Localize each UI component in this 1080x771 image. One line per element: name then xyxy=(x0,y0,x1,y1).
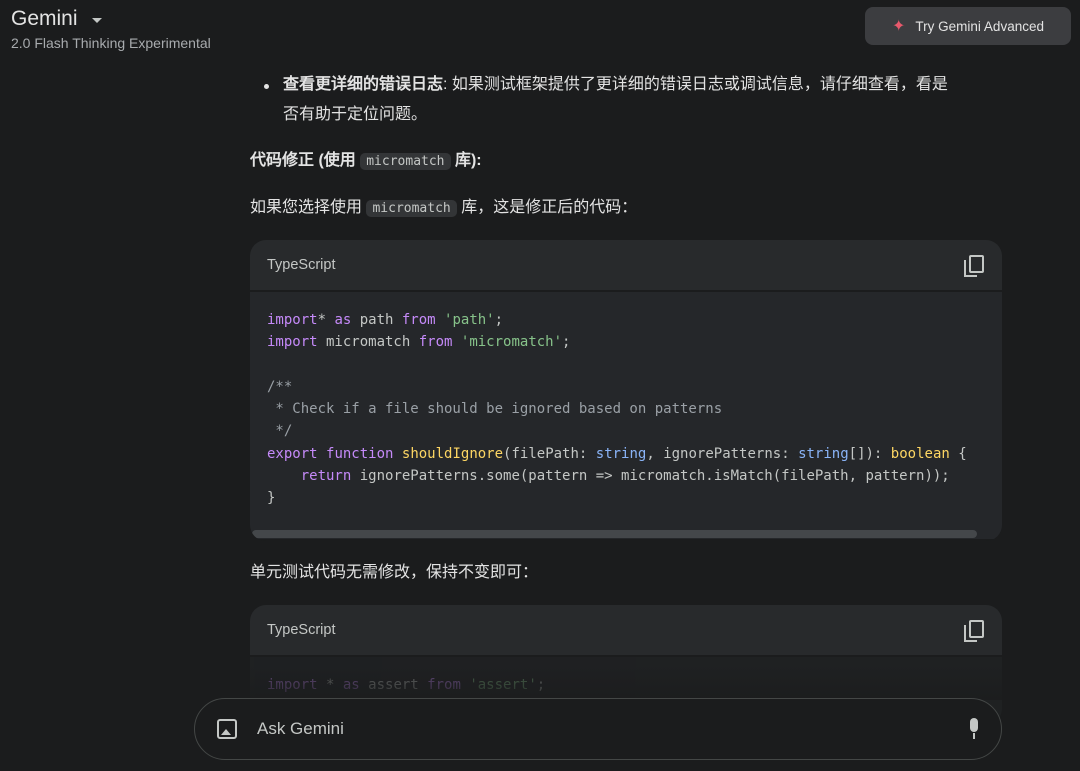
copy-icon[interactable] xyxy=(964,620,984,642)
try-advanced-button[interactable]: ✦ Try Gemini Advanced xyxy=(865,7,1071,45)
code-language: TypeScript xyxy=(267,622,336,638)
sparkle-icon: ✦ xyxy=(892,18,906,35)
code-token: , ignorePatterns: xyxy=(646,445,799,462)
heading-prefix: 代码修正 (使用 xyxy=(250,152,356,169)
code-token: */ xyxy=(267,423,293,440)
code-token: import xyxy=(267,312,318,328)
bullet-dot xyxy=(264,84,269,89)
para-prefix: 如果您选择使用 xyxy=(250,199,363,216)
code-token: as xyxy=(334,312,352,328)
microphone-icon[interactable] xyxy=(967,718,979,740)
code-token: assert xyxy=(359,677,428,693)
code-token: boolean xyxy=(890,445,950,462)
code-line: import micromatch from 'micromatch'; xyxy=(267,331,985,353)
code-line: import * as assert from 'assert'; xyxy=(267,674,985,696)
code-line: export function shouldIgnore(filePath: s… xyxy=(267,443,985,465)
code-token: import xyxy=(267,677,318,693)
heading-suffix: 库): xyxy=(454,152,482,169)
code-token: string xyxy=(798,445,849,462)
code-token: * xyxy=(317,677,343,693)
bullet-body: : 如果测试框架提供了更详细的错误日志或调试信息，请仔细查看，看是 xyxy=(443,76,948,93)
add-image-icon[interactable] xyxy=(217,719,237,739)
code-token: ; xyxy=(494,312,504,328)
code-line: /** xyxy=(267,376,985,398)
code-token: string xyxy=(595,445,647,462)
code-token: * Check if a file should be ignored base… xyxy=(267,401,723,418)
prompt-box xyxy=(194,698,1002,760)
code-line: return ignorePatterns.some(pattern => mi… xyxy=(267,465,985,487)
code-token: { xyxy=(949,445,967,462)
code-token: from xyxy=(427,677,461,693)
app-title: Gemini xyxy=(11,7,78,30)
paragraph-2: 单元测试代码无需修改，保持不变即可： xyxy=(250,564,539,581)
code-token: (filePath: xyxy=(503,445,596,462)
code-token: []): xyxy=(848,445,891,462)
bullet-bold: 查看更详细的错误日志 xyxy=(283,76,444,93)
code-language: TypeScript xyxy=(267,257,336,273)
code-token: from xyxy=(401,312,436,328)
code-token: micromatch xyxy=(317,334,419,351)
caret-down-icon xyxy=(91,17,102,23)
code-token: function xyxy=(326,445,394,462)
code-line: } xyxy=(267,487,985,509)
model-name: 2.0 Flash Thinking Experimental xyxy=(11,35,211,51)
code-line: * Check if a file should be ignored base… xyxy=(267,398,985,420)
code-line: import* as path from 'path'; xyxy=(267,309,985,331)
inline-code: micromatch xyxy=(366,200,457,217)
code-token: } xyxy=(267,490,276,507)
code-token: 'micromatch' xyxy=(460,334,563,351)
para-suffix: 库，这是修正后的代码： xyxy=(461,199,638,216)
bullet-text-2: 否有助于定位问题。 xyxy=(283,106,428,123)
code-token: 'assert' xyxy=(469,677,537,693)
paragraph: 如果您选择使用 micromatch 库，这是修正后的代码： xyxy=(250,194,637,223)
top-bar: Gemini 2.0 Flash Thinking Experimental ✦… xyxy=(0,0,1080,60)
prompt-input[interactable] xyxy=(257,719,967,739)
copy-icon[interactable] xyxy=(964,255,984,277)
code-token: import xyxy=(267,334,318,351)
code-token: shouldIgnore xyxy=(401,445,504,462)
section-heading: 代码修正 (使用 micromatch 库): xyxy=(250,147,482,176)
bullet-text: 查看更详细的错误日志: 如果测试框架提供了更详细的错误日志或调试信息，请仔细查看… xyxy=(283,71,948,99)
code-token: path xyxy=(351,312,402,328)
code-token: return xyxy=(300,468,352,485)
code-token: ; xyxy=(536,677,546,693)
code-token: from xyxy=(418,334,453,351)
code-line: */ xyxy=(267,420,985,442)
code-token: ignorePatterns.some(pattern => micromatc… xyxy=(351,468,950,485)
code-token: /** xyxy=(267,378,293,395)
code-block: TypeScript import* as path from 'path'; i… xyxy=(250,240,1002,541)
code-token: * xyxy=(317,312,335,328)
try-advanced-label: Try Gemini Advanced xyxy=(915,18,1044,34)
model-selector[interactable]: Gemini xyxy=(11,7,102,31)
code-token: export xyxy=(267,445,318,462)
code-content: import* as path from 'path'; import micro… xyxy=(250,292,1002,530)
scrollbar-thumb[interactable] xyxy=(252,530,977,538)
inline-code: micromatch xyxy=(360,153,451,170)
code-token: ; xyxy=(562,334,571,351)
horizontal-scrollbar[interactable] xyxy=(250,530,1002,539)
code-token: as xyxy=(342,677,360,693)
code-token: 'path' xyxy=(444,312,495,328)
